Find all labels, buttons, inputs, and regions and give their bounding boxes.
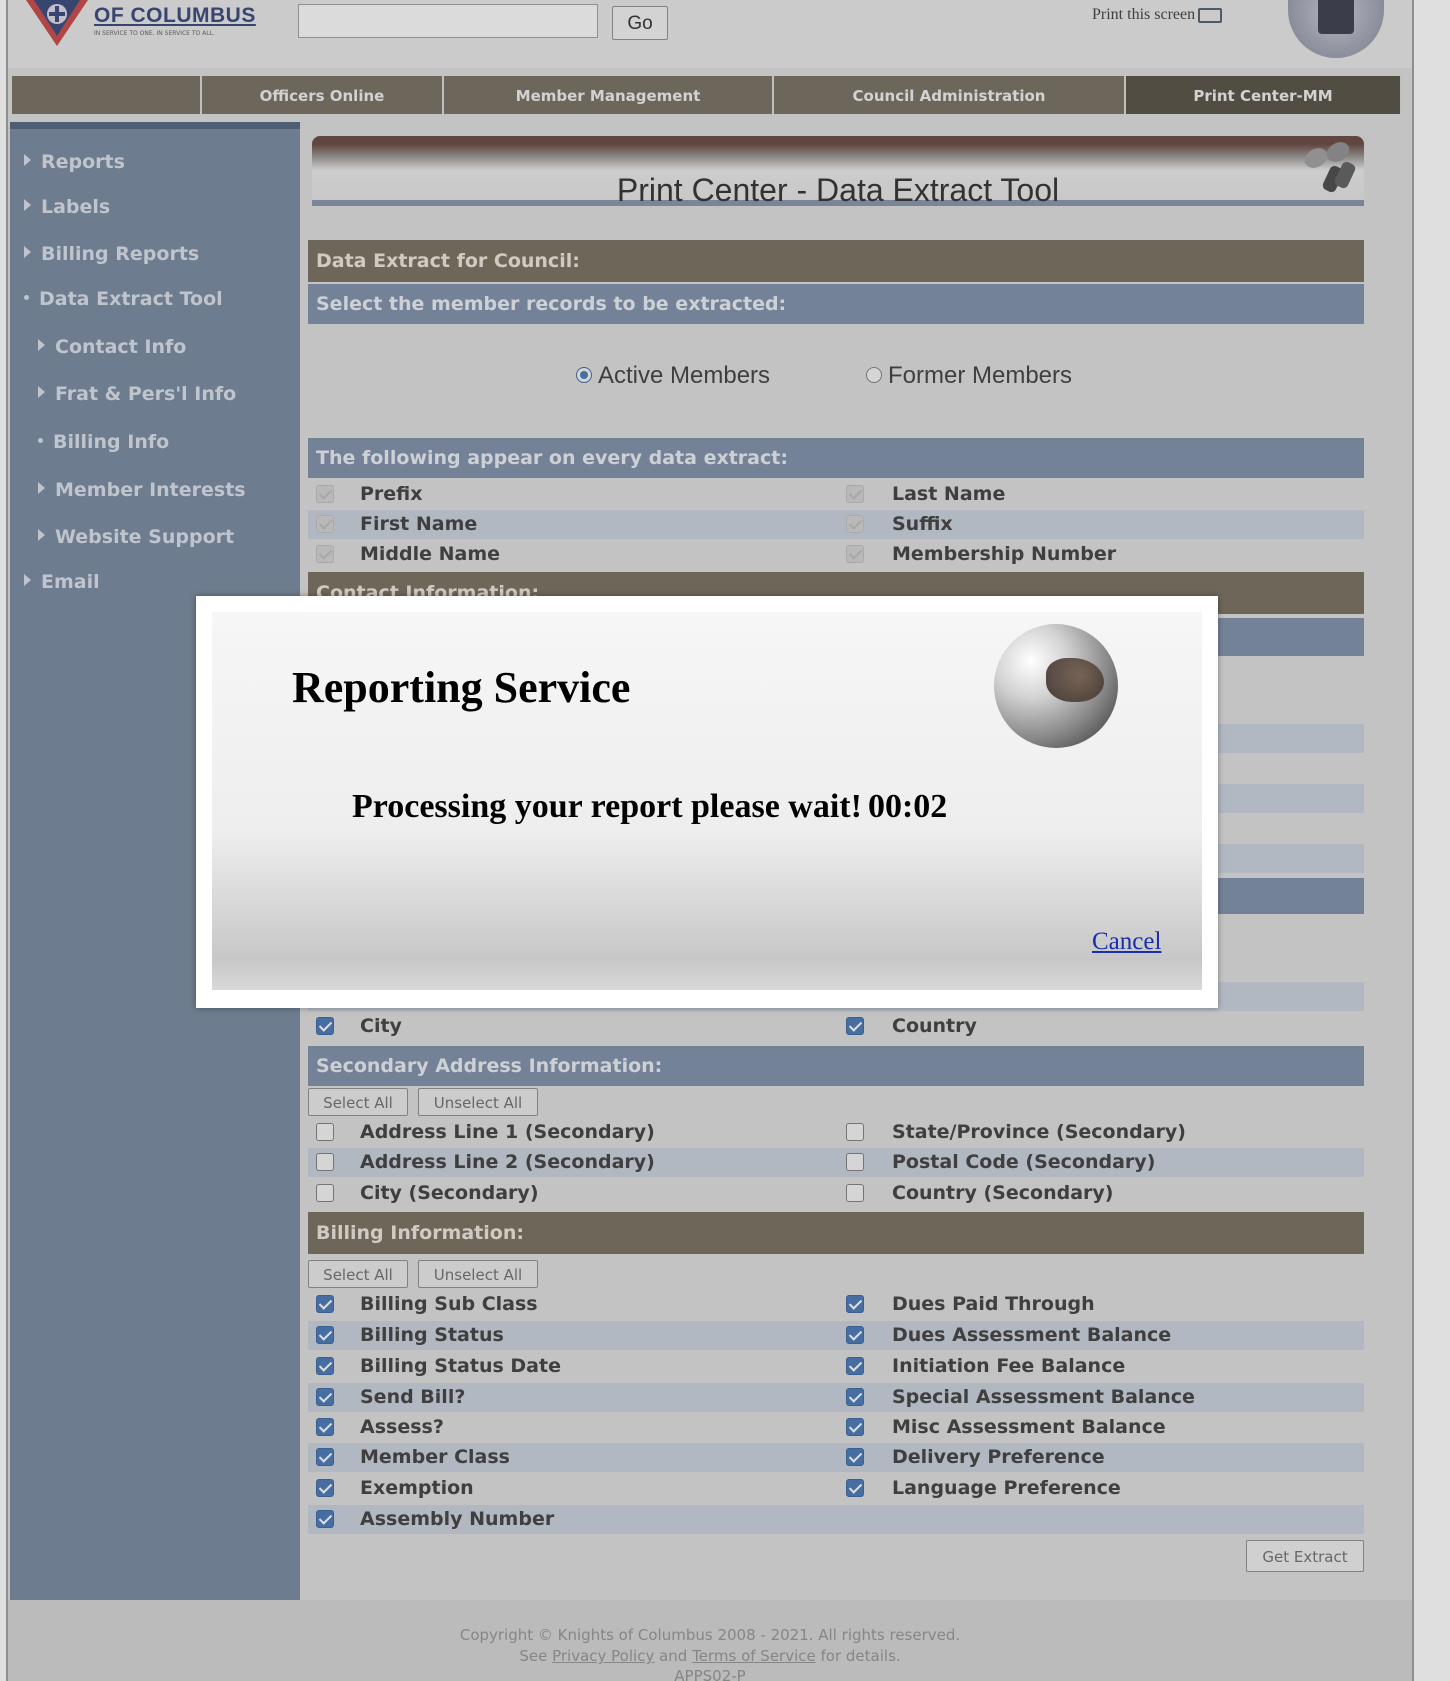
dialog-title: Reporting Service: [292, 663, 631, 712]
cancel-link[interactable]: Cancel: [1092, 928, 1161, 956]
dialog-body: Reporting Service Processing your report…: [212, 612, 1202, 990]
elapsed-timer: 00:02: [867, 788, 948, 825]
reporting-service-dialog: Reporting Service Processing your report…: [196, 596, 1218, 1008]
globe-icon: [994, 624, 1118, 748]
processing-message: Processing your report please wait! 00:02: [352, 788, 947, 826]
processing-text: Processing your report please wait!: [352, 788, 862, 825]
